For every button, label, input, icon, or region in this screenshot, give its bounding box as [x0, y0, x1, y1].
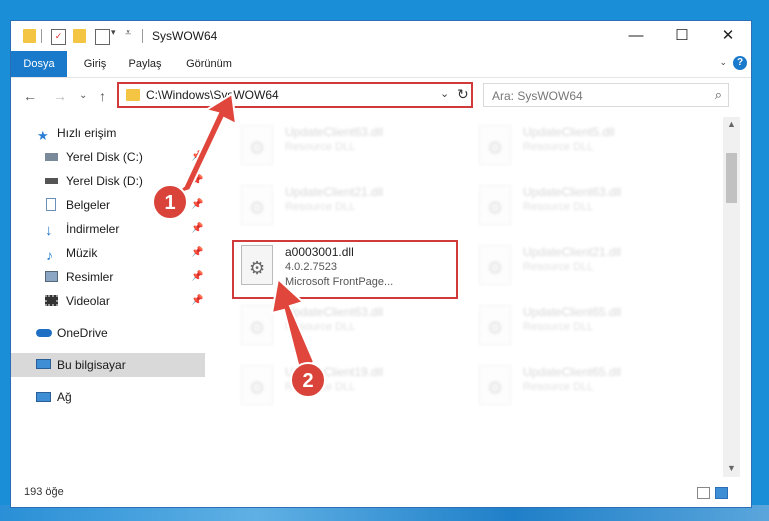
arrow-2 [270, 277, 316, 374]
annotation-arrows [171, 92, 316, 374]
step-marker-2: 2 [290, 362, 326, 398]
arrow-1 [171, 92, 238, 197]
step-marker-1: 1 [152, 184, 188, 220]
